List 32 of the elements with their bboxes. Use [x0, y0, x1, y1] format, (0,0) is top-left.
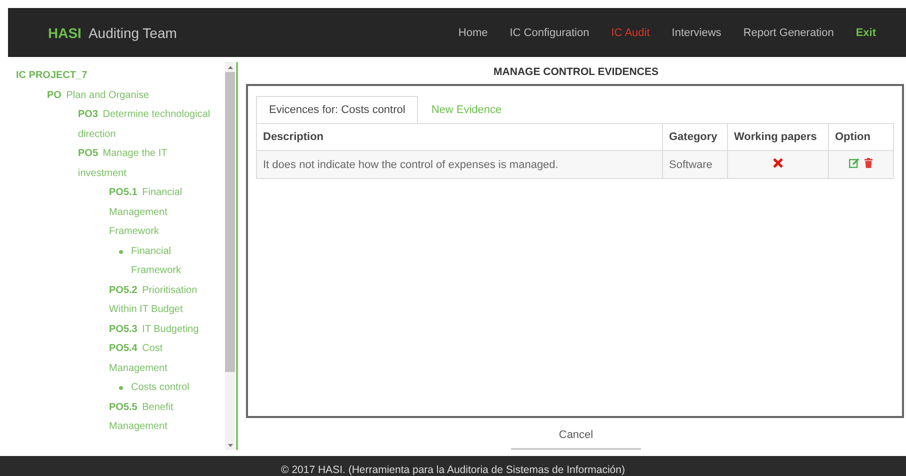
- bullet-icon: [119, 386, 123, 390]
- tree-item[interactable]: PO5.3 IT Budgeting: [109, 320, 211, 339]
- tree-item[interactable]: PO5 Manage the IT investment: [78, 144, 211, 183]
- table-cell: It does not indicate how the control of expenses is managed.: [256, 150, 662, 178]
- tab[interactable]: Evicences for: Costs control: [256, 96, 418, 123]
- nav-link[interactable]: Report Generation: [743, 26, 834, 38]
- tree-item[interactable]: PO5.4 Cost Management: [109, 339, 211, 378]
- column-header: Description: [256, 124, 662, 150]
- tree-item[interactable]: Costs control: [131, 378, 190, 398]
- nav-link[interactable]: IC Audit: [611, 26, 650, 38]
- tree-item[interactable]: PO3 Determine technological direction: [78, 105, 211, 144]
- trash-icon[interactable]: [864, 158, 873, 168]
- edit-icon[interactable]: [849, 158, 860, 168]
- tree-item[interactable]: Financial Framework: [131, 242, 211, 280]
- brand-name: HASI: [48, 24, 82, 40]
- bullet-icon: [119, 250, 123, 254]
- scrollbar[interactable]: [225, 62, 235, 450]
- panel-title: MANAGE CONTROL EVIDENCES: [492, 65, 660, 80]
- tree-item[interactable]: PO5.2 Prioritisation Within IT Budget: [109, 280, 211, 320]
- nav-link[interactable]: Interviews: [672, 26, 722, 38]
- scroll-up-icon[interactable]: [228, 66, 232, 68]
- tree-item[interactable]: PO5.1 Financial Management Framework: [109, 183, 211, 242]
- nav-link[interactable]: IC Configuration: [510, 26, 590, 38]
- footer-text: © 2017 HASI. (Herramienta para la Auditoria de Sistemas de Información): [281, 464, 625, 476]
- tree-root[interactable]: IC PROJECT_7: [16, 66, 211, 86]
- brand-subtitle: Auditing Team: [88, 24, 177, 40]
- nav-link[interactable]: Home: [458, 26, 488, 38]
- tree-item[interactable]: PO Plan and Organise: [47, 86, 211, 105]
- tree-item[interactable]: PO5.5 Benefit Management: [109, 398, 211, 436]
- exit-link[interactable]: Exit: [856, 26, 876, 38]
- scroll-down-icon[interactable]: [228, 444, 232, 446]
- table-cell: Software: [662, 150, 728, 178]
